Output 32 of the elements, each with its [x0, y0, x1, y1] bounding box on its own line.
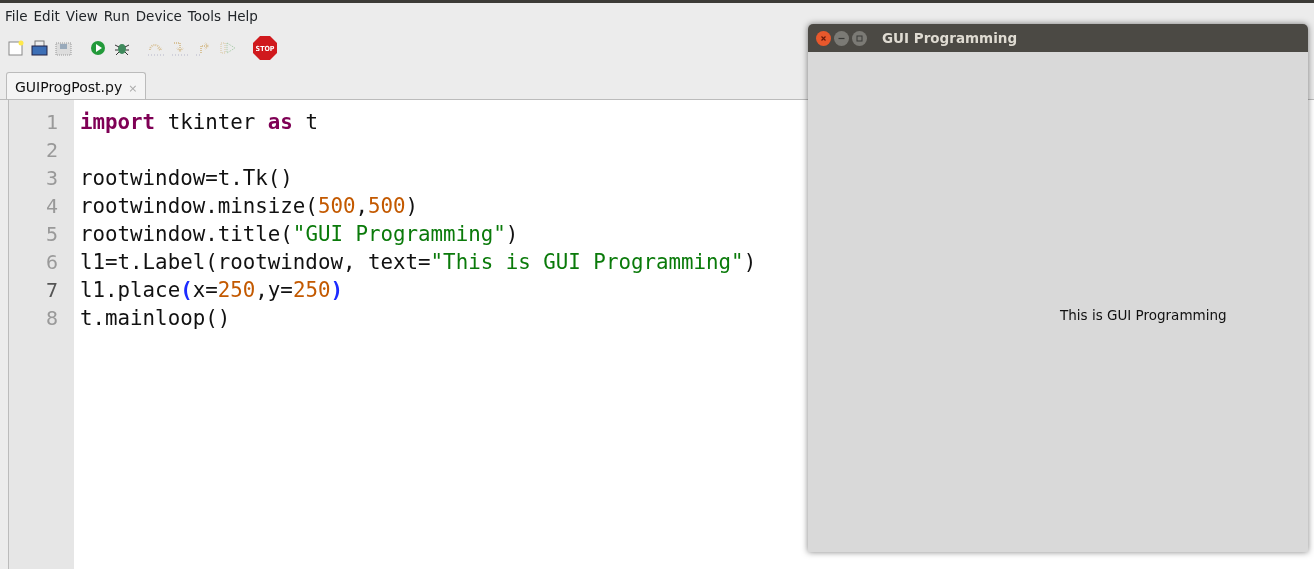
save-icon[interactable] [30, 38, 50, 58]
menu-item[interactable]: File [2, 3, 31, 30]
line-number: 4 [44, 193, 59, 220]
line-number: 6 [44, 249, 59, 276]
minimize-button[interactable] [834, 30, 849, 46]
line-number: 8 [44, 305, 59, 332]
code-line: l1=t.Label(rootwindow, text="This is GUI Programming") [80, 249, 757, 276]
line-number: 1 [44, 109, 59, 136]
close-icon [819, 33, 828, 43]
line-number: 5 [44, 221, 59, 248]
code-line: t.mainloop() [80, 305, 232, 332]
code-line: import tkinter as t [80, 109, 319, 136]
close-button[interactable] [816, 30, 831, 46]
code-line: l1.place(x=250,y=250) [80, 277, 344, 304]
maximize-icon [855, 33, 864, 43]
line-number: 7 [44, 277, 59, 304]
window-title: GUI Programming [882, 28, 1018, 48]
line-number: 2 [44, 137, 59, 164]
line-number: 3 [44, 165, 59, 192]
menu-item[interactable]: Run [100, 3, 133, 30]
menu-item[interactable]: View [62, 3, 101, 30]
menu-item[interactable]: Help [224, 3, 261, 30]
code-line: rootwindow.minsize(500,500) [80, 193, 420, 220]
code-line: rootwindow=t.Tk() [80, 165, 294, 192]
menu-item[interactable]: Edit [30, 3, 63, 30]
menu-item[interactable]: Tools [184, 3, 225, 30]
file-tab[interactable]: GUIProgPost.py × [6, 72, 147, 99]
menu-item[interactable]: Device [132, 3, 185, 30]
maximize-button[interactable] [852, 30, 867, 46]
code-line: rootwindow.title("GUI Programming") [80, 221, 520, 248]
label-text: This is GUI Programming [1060, 307, 1227, 323]
run-icon[interactable] [88, 38, 108, 58]
